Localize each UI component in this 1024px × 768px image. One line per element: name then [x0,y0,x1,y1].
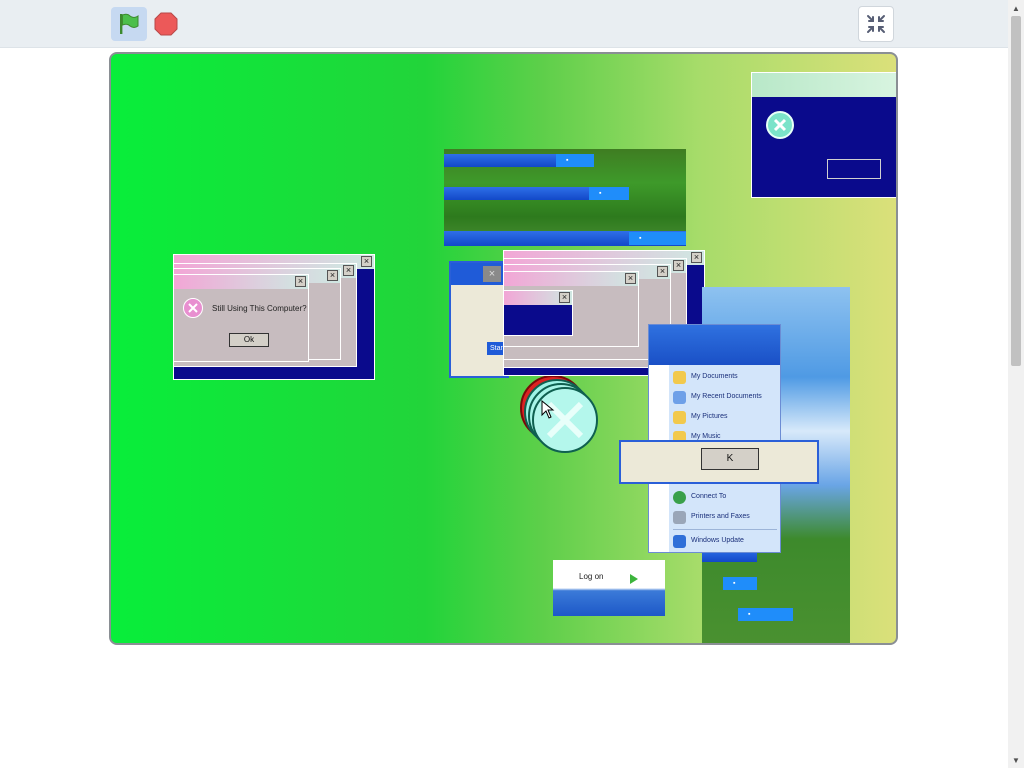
close-icon[interactable]: × [483,266,501,282]
start-menu-item[interactable]: Connect To [669,489,779,506]
start-menu: My Documents My Recent Documents My Pict… [648,324,781,553]
still-using-dialog: × Still Using This Computer? Ok [173,274,309,362]
close-icon[interactable]: × [657,266,668,277]
close-icon[interactable]: × [559,292,570,303]
green-flag-icon [120,13,139,34]
xp-taskbar-tag: ▪ [738,608,793,621]
page-scrollbar[interactable]: ▲ ▼ [1008,0,1024,768]
start-menu-item[interactable]: My Pictures [669,409,779,426]
dialog-ok-button[interactable]: Ok [229,333,269,347]
green-flag-button[interactable] [111,7,147,41]
xp-taskbar-tag: ▪ [629,232,686,245]
recent-documents-icon [673,391,686,404]
folder-icon [673,371,686,384]
exit-fullscreen-button[interactable] [858,6,894,42]
start-menu-item[interactable]: My Recent Documents [669,389,779,406]
error-dialog-top-right [751,72,896,198]
close-icon[interactable]: × [691,252,702,263]
close-icon[interactable]: × [327,270,338,281]
dialog-ok-button[interactable]: K [701,448,759,470]
project-stage[interactable]: ▪ ▪ ▪ × × × × Still Using This Computer?… [109,52,898,645]
close-icon[interactable]: × [361,256,372,267]
log-on-label: Log on [579,572,604,581]
exit-fullscreen-icon [867,15,885,33]
mini-xp-window: × Start [449,261,521,378]
mouse-cursor-icon [541,399,557,420]
arrow-right-icon [629,572,639,590]
scroll-up-arrow-icon[interactable]: ▲ [1008,0,1024,16]
close-icon[interactable]: × [343,265,354,276]
start-menu-item[interactable]: Windows Update [669,533,779,550]
scroll-thumb[interactable] [1011,16,1021,366]
xp-taskbar-tag: ▪ [723,577,757,590]
start-menu-item[interactable]: My Documents [669,369,779,386]
close-icon[interactable]: × [295,276,306,287]
windows-update-icon [673,535,686,548]
globe-icon [673,491,686,504]
player-toolbar [0,0,1008,48]
dialog-title-bar [752,73,896,97]
printer-icon [673,511,686,524]
log-on-button[interactable]: Log on [579,572,603,581]
xp-confirm-dialog: K [619,440,819,484]
xp-taskbar-tag: ▪ [589,187,629,200]
dialog-message: Still Using This Computer? [212,304,307,313]
start-menu-item[interactable]: Printers and Faxes [669,509,779,526]
stop-icon [154,12,178,36]
xp-taskbar-tag: ▪ [556,154,594,167]
error-circle-icon [766,111,794,139]
login-panel: Log on [553,560,665,616]
scroll-down-arrow-icon[interactable]: ▼ [1008,752,1024,768]
close-icon[interactable]: × [625,273,636,284]
close-icon[interactable]: × [673,260,684,271]
error-icon [183,298,203,318]
pictures-folder-icon [673,411,686,424]
stop-button[interactable] [151,9,181,39]
classic-dialog-back: × [503,290,573,336]
dialog-ok-button[interactable] [827,159,881,179]
